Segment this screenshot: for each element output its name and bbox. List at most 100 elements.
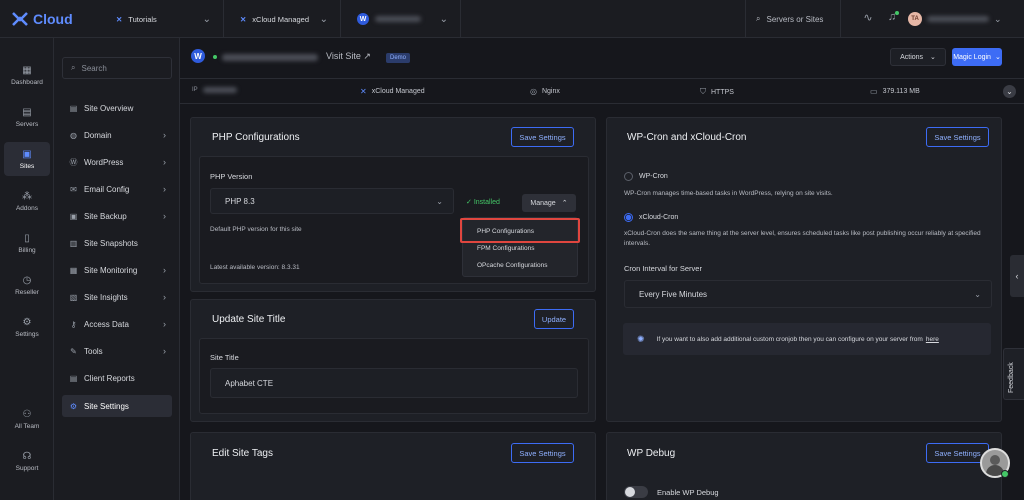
- cron-interval-label: Cron Interval for Server: [624, 264, 702, 273]
- highlight-box: [460, 218, 580, 243]
- feedback-label: Feedback: [1008, 362, 1015, 393]
- chevron-down-icon: ⌄: [974, 289, 981, 299]
- site-nav-wordpress[interactable]: Ⓦ WordPress ›: [62, 151, 172, 173]
- cron-interval-select[interactable]: Every Five Minutes ⌄: [624, 280, 992, 308]
- site-nav-site-monitoring[interactable]: ▦ Site Monitoring ›: [62, 259, 172, 281]
- nav-all-team[interactable]: ⚇ All Team: [4, 402, 50, 436]
- server-icon: ◎: [530, 87, 537, 96]
- installed-label: Installed: [473, 199, 500, 206]
- settings-icon: ⚙: [22, 316, 32, 328]
- nav-label: Addons: [15, 204, 39, 212]
- site-nav-site-insights[interactable]: ▧ Site Insights ›: [62, 286, 172, 308]
- billing-icon: ▯: [24, 232, 30, 244]
- user-menu[interactable]: TA ⌄: [908, 8, 1018, 30]
- default-php-note: Default PHP version for this site: [210, 226, 302, 233]
- php-version-select[interactable]: PHP 8.3 ⌄: [210, 188, 454, 214]
- top-bar: Cloud ✕ Tutorials ⌄ ✕ xCloud Managed ⌄ W…: [0, 0, 1024, 38]
- site-title-panel: Site Title Aphabet CTE: [199, 338, 589, 414]
- wp-debug-toggle[interactable]: [624, 486, 648, 498]
- server-info: ◎ Nginx: [530, 87, 560, 96]
- card-title: Edit Site Tags: [212, 448, 273, 459]
- global-search[interactable]: ⌕ Servers or Sites: [745, 0, 841, 38]
- visit-site-link[interactable]: Visit Site ↗: [326, 51, 371, 62]
- cron-save-settings-button[interactable]: Save Settings: [926, 127, 989, 147]
- bell-icon[interactable]: ♫: [884, 11, 900, 27]
- site-nav-label: Site Snapshots: [84, 238, 138, 248]
- php-save-settings-button[interactable]: Save Settings: [511, 127, 574, 147]
- site-nav-tools[interactable]: ✎ Tools ›: [62, 340, 172, 362]
- nav-support[interactable]: ☊ Support: [4, 444, 50, 478]
- server-label: Nginx: [541, 88, 560, 95]
- site-nav-access-data[interactable]: ⚷ Access Data ›: [62, 313, 172, 335]
- chevron-up-icon: ⌃: [561, 200, 568, 207]
- wrench-icon: ✎: [70, 346, 77, 356]
- actions-button[interactable]: Actions ⌄: [890, 48, 946, 66]
- stack-label: xCloud Managed: [371, 88, 425, 95]
- crumb-xcloud-managed[interactable]: ✕ xCloud Managed ⌄: [224, 0, 341, 38]
- blurred-user-name: [927, 16, 989, 22]
- global-search-label: Servers or Sites: [766, 14, 824, 24]
- manage-button[interactable]: Manage ⌃: [522, 194, 576, 212]
- xcloud-cron-radio[interactable]: [624, 213, 633, 222]
- update-title-button[interactable]: Update: [534, 309, 574, 329]
- site-nav-site-overview[interactable]: ▤ Site Overview: [62, 97, 172, 119]
- site-nav-site-settings[interactable]: ⚙ Site Settings: [62, 395, 172, 417]
- site-nav-domain[interactable]: ◍ Domain ›: [62, 124, 172, 146]
- collapse-info-button[interactable]: ⌄: [1003, 85, 1016, 98]
- nav-label: All Team: [14, 422, 40, 430]
- tags-save-settings-button[interactable]: Save Settings: [511, 443, 574, 463]
- site-nav-label: Site Backup: [84, 211, 127, 221]
- nav-sites[interactable]: ▣ Sites: [4, 142, 50, 176]
- wordpress-icon: W: [191, 49, 205, 63]
- card-title: WP Debug: [627, 448, 676, 459]
- wp-cron-radio[interactable]: [624, 172, 633, 181]
- chevron-right-icon: ›: [163, 319, 166, 329]
- site-tags-card: Edit Site Tags Save Settings: [190, 432, 596, 500]
- site-nav-email-config[interactable]: ✉ Email Config ›: [62, 178, 172, 200]
- chevron-down-icon: ⌄: [319, 13, 328, 25]
- site-nav-site-snapshots[interactable]: ▥ Site Snapshots: [62, 232, 172, 254]
- insights-icon: ▧: [69, 292, 78, 302]
- globe-icon: ◍: [70, 130, 77, 140]
- site-nav-search-input[interactable]: ⌕ Search: [62, 57, 172, 79]
- backup-icon: ▣: [69, 211, 78, 221]
- crumb-tutorials[interactable]: ✕ Tutorials ⌄: [100, 0, 224, 38]
- site-title-card: Update Site Title Update Site Title Apha…: [190, 299, 596, 422]
- actions-label: Actions: [900, 53, 924, 61]
- nav-addons[interactable]: ⁂ Addons: [4, 184, 50, 218]
- nav-reseller[interactable]: ◷ Reseller: [4, 268, 50, 302]
- site-title-input[interactable]: Aphabet CTE: [210, 368, 578, 398]
- side-panel-toggle[interactable]: ‹: [1010, 255, 1024, 297]
- notification-dot: [895, 11, 899, 15]
- xcloud-logo[interactable]: Cloud: [10, 9, 73, 29]
- chevron-down-icon: ⌄: [202, 13, 211, 25]
- nav-settings[interactable]: ⚙ Settings: [4, 310, 50, 344]
- crumb-site[interactable]: W ⌄: [341, 0, 461, 38]
- disk-icon: ▭: [870, 87, 878, 96]
- site-nav-label: Client Reports: [84, 373, 135, 383]
- site-header: W Visit Site ↗ Demo Actions ⌄ Magic Logi…: [180, 38, 1024, 76]
- support-icon: ☊: [22, 450, 32, 462]
- wp-debug-card: WP Debug Save Settings Enable WP Debug: [606, 432, 1002, 500]
- key-icon: ⚷: [70, 319, 77, 329]
- cron-info-link[interactable]: here: [926, 336, 939, 343]
- magic-login-button[interactable]: Magic Login ⌄: [952, 48, 1002, 66]
- activity-icon[interactable]: ∿: [860, 11, 876, 27]
- chevron-right-icon: ›: [163, 346, 166, 356]
- addons-icon: ⁂: [22, 190, 32, 202]
- card-title: Update Site Title: [212, 314, 286, 325]
- nav-servers[interactable]: ▤ Servers: [4, 100, 50, 134]
- nav-billing[interactable]: ▯ Billing: [4, 226, 50, 260]
- dashboard-icon: ▦: [22, 64, 32, 76]
- xcloud-cron-description: xCloud-Cron does the same thing at the s…: [624, 230, 981, 247]
- ip-info: IP: [192, 87, 237, 93]
- demo-badge: Demo: [386, 53, 411, 63]
- site-nav-label: Access Data: [84, 319, 129, 329]
- feedback-tab[interactable]: Feedback: [1003, 348, 1024, 400]
- snapshot-icon: ▥: [69, 238, 78, 248]
- menu-item-fpm-configurations[interactable]: FPM Configurations: [477, 245, 534, 252]
- menu-item-opcache-configurations[interactable]: OPcache Configurations: [477, 262, 547, 269]
- site-nav-site-backup[interactable]: ▣ Site Backup ›: [62, 205, 172, 227]
- nav-dashboard[interactable]: ▦ Dashboard: [4, 58, 50, 92]
- site-nav-client-reports[interactable]: ▤ Client Reports: [62, 367, 172, 389]
